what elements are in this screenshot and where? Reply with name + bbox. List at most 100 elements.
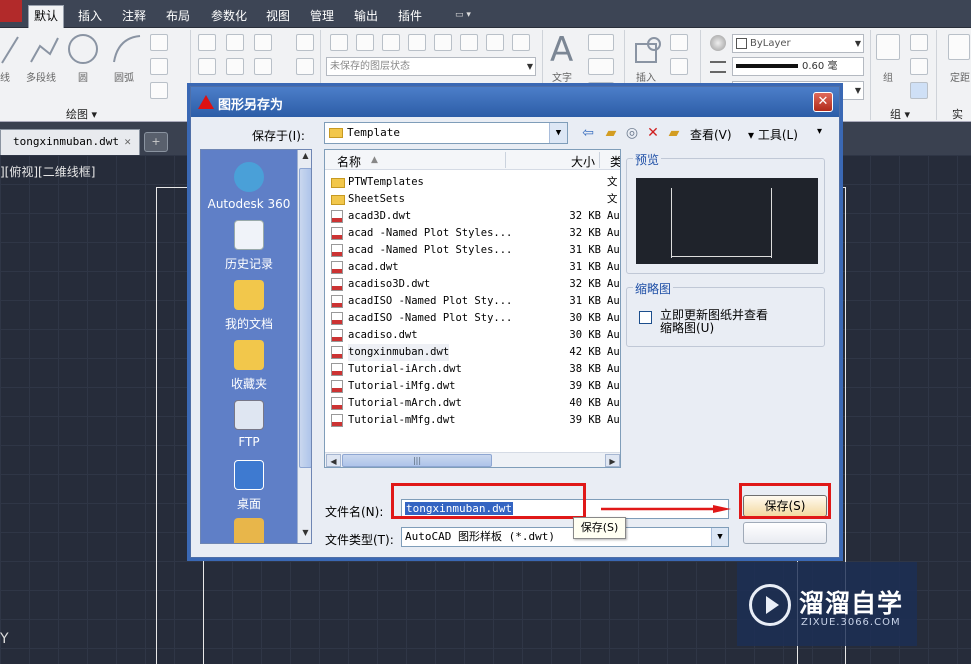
file-list-hscrollbar[interactable]: ◀ ||| ▶ — [325, 452, 620, 467]
create-block-icon[interactable] — [670, 34, 688, 51]
group-tool-icon[interactable] — [876, 34, 900, 60]
file-row[interactable]: Tutorial-iArch.dwt 38 KB Au — [329, 361, 620, 378]
cancel-button[interactable] — [743, 522, 827, 544]
ribbon-tab-parametric[interactable]: 参数化 — [204, 6, 254, 26]
line-tool-icon[interactable] — [0, 33, 22, 67]
layer-merge-icon[interactable] — [512, 34, 530, 51]
rotate-tool-icon[interactable] — [226, 34, 244, 51]
column-header-size[interactable]: 大小 — [571, 153, 595, 170]
delete-icon[interactable]: ✕ — [643, 123, 663, 143]
tools-chevron-icon[interactable]: ▾ — [817, 126, 822, 137]
ribbon-tab-manage[interactable]: 管理 — [304, 6, 340, 26]
move-tool-icon[interactable] — [198, 34, 216, 51]
fillet-tool-icon[interactable] — [254, 58, 272, 75]
ungroup-tool-icon[interactable] — [910, 34, 928, 51]
search-web-icon[interactable]: ◎ — [622, 123, 642, 143]
ribbon-tab-annotate[interactable]: 注释 — [116, 6, 152, 26]
copy-tool-icon[interactable] — [198, 58, 216, 75]
file-type-combo[interactable]: AutoCAD 图形样板 (*.dwt) ▼ — [401, 527, 729, 547]
file-row[interactable]: Tutorial-mArch.dwt 40 KB Au — [329, 395, 620, 412]
leader-tool-icon[interactable] — [588, 58, 614, 75]
layer-walk-icon[interactable] — [486, 34, 504, 51]
scroll-right-icon[interactable]: ▶ — [605, 454, 620, 467]
dimension-tool-icon[interactable] — [588, 34, 614, 51]
place-autodesk-360[interactable]: Autodesk 360 — [201, 162, 297, 211]
text-tool-icon[interactable]: A — [550, 30, 573, 70]
place-desktop[interactable]: 桌面 — [201, 460, 297, 512]
mirror-tool-icon[interactable] — [226, 58, 244, 75]
draw-group-title[interactable]: 绘图 ▾ — [66, 106, 97, 122]
chevron-down-icon[interactable]: ▼ — [549, 123, 567, 143]
region-tool-icon[interactable] — [150, 82, 168, 99]
file-row[interactable]: acadISO -Named Plot Sty... 30 KB Au — [329, 310, 620, 327]
ribbon-tab-default[interactable]: 默认 — [28, 5, 64, 28]
layer-isolate-icon[interactable] — [408, 34, 426, 51]
ribbon-tab-view[interactable]: 视图 — [260, 6, 296, 26]
viewport-controls-label[interactable]: ][俯视][二维线框] — [0, 163, 95, 180]
rectangle-tool-icon[interactable] — [150, 34, 168, 51]
file-row[interactable]: Tutorial-mMfg.dwt 39 KB Au — [329, 412, 620, 429]
update-thumbnail-checkbox[interactable] — [639, 311, 652, 324]
arc-tool-icon[interactable] — [110, 32, 144, 66]
scroll-up-icon[interactable]: ▲ — [299, 151, 311, 166]
file-row[interactable]: acad.dwt 31 KB Au — [329, 259, 620, 276]
layer-match-icon[interactable] — [434, 34, 452, 51]
layer-previous-icon[interactable] — [460, 34, 478, 51]
column-header-type[interactable]: 类 — [610, 153, 620, 170]
erase-tool-icon[interactable] — [296, 34, 314, 51]
column-header-name[interactable]: 名称 — [337, 153, 361, 170]
layer-properties-icon[interactable] — [330, 34, 348, 51]
explode-tool-icon[interactable] — [296, 58, 314, 75]
file-row[interactable]: acadiso.dwt 30 KB Au — [329, 327, 620, 344]
place-favorites[interactable]: 收藏夹 — [201, 340, 297, 392]
back-arrow-icon[interactable]: ⇦ — [578, 123, 598, 143]
lineweight-combo[interactable]: 0.60 毫 — [732, 57, 864, 76]
layer-freeze-icon[interactable] — [356, 34, 374, 51]
ribbon-tab-plugins[interactable]: 插件 — [392, 6, 428, 26]
tools-menu[interactable]: ▾ 工具(L) — [748, 126, 798, 143]
group-panel-title[interactable]: 组 ▾ — [890, 106, 910, 122]
scrollbar-thumb[interactable] — [299, 168, 311, 468]
group-selection-icon[interactable] — [910, 82, 928, 99]
dialog-titlebar[interactable]: 图形另存为 ✕ — [191, 87, 839, 117]
ribbon-tab-insert[interactable]: 插入 — [72, 6, 108, 26]
ribbon-tab-layout[interactable]: 布局 — [160, 6, 196, 26]
file-row[interactable]: acadISO -Named Plot Sty... 31 KB Au — [329, 293, 620, 310]
close-icon[interactable]: ✕ — [813, 92, 833, 112]
file-row[interactable]: acad -Named Plot Styles... 31 KB Au — [329, 242, 620, 259]
close-icon[interactable]: ✕ — [124, 130, 131, 154]
place-history[interactable]: 历史记录 — [201, 220, 297, 272]
chevron-down-icon[interactable]: ▼ — [711, 528, 728, 546]
save-in-combo[interactable]: Template ▼ — [324, 122, 568, 144]
trim-tool-icon[interactable] — [254, 34, 272, 51]
file-row[interactable]: PTWTemplates 文 — [329, 174, 619, 191]
layer-lock-icon[interactable] — [382, 34, 400, 51]
ribbon-minimize-icon[interactable]: ▭ ▾ — [455, 10, 471, 20]
file-row[interactable]: acad -Named Plot Styles... 32 KB Au — [329, 225, 620, 242]
place-ftp[interactable]: FTP — [201, 400, 297, 449]
new-folder-icon[interactable]: ▰ — [664, 123, 684, 143]
file-row[interactable]: tongxinmuban.dwt 42 KB Au — [329, 344, 620, 361]
file-row[interactable]: acad3D.dwt 32 KB Au — [329, 208, 620, 225]
measure-tool-icon[interactable] — [948, 34, 970, 60]
places-scrollbar[interactable]: ▲ ▼ — [297, 150, 311, 543]
circle-tool-icon[interactable] — [66, 32, 100, 66]
group-edit-icon[interactable] — [910, 58, 928, 75]
document-tab[interactable]: tongxinmuban.dwt ✕ — [0, 129, 140, 155]
scroll-down-icon[interactable]: ▼ — [299, 528, 311, 543]
file-row[interactable]: acadiso3D.dwt 32 KB Au — [329, 276, 620, 293]
hatch-tool-icon[interactable] — [150, 58, 168, 75]
place-my-documents[interactable]: 我的文档 — [201, 280, 297, 332]
ribbon-tab-output[interactable]: 输出 — [348, 6, 384, 26]
scrollbar-thumb[interactable]: ||| — [342, 454, 492, 467]
layer-state-combo[interactable]: 未保存的图层状态 ▼ — [326, 57, 536, 76]
match-properties-icon[interactable] — [710, 35, 726, 51]
polyline-tool-icon[interactable] — [28, 34, 62, 66]
up-folder-icon[interactable]: ▰ — [601, 123, 621, 143]
view-menu[interactable]: 查看(V) — [690, 126, 732, 143]
scroll-left-icon[interactable]: ◀ — [326, 454, 341, 467]
place-buzzsaw[interactable] — [201, 518, 297, 543]
file-row[interactable]: SheetSets 文 — [329, 191, 619, 208]
application-menu-button[interactable] — [0, 0, 22, 22]
insert-block-icon[interactable] — [632, 34, 664, 66]
